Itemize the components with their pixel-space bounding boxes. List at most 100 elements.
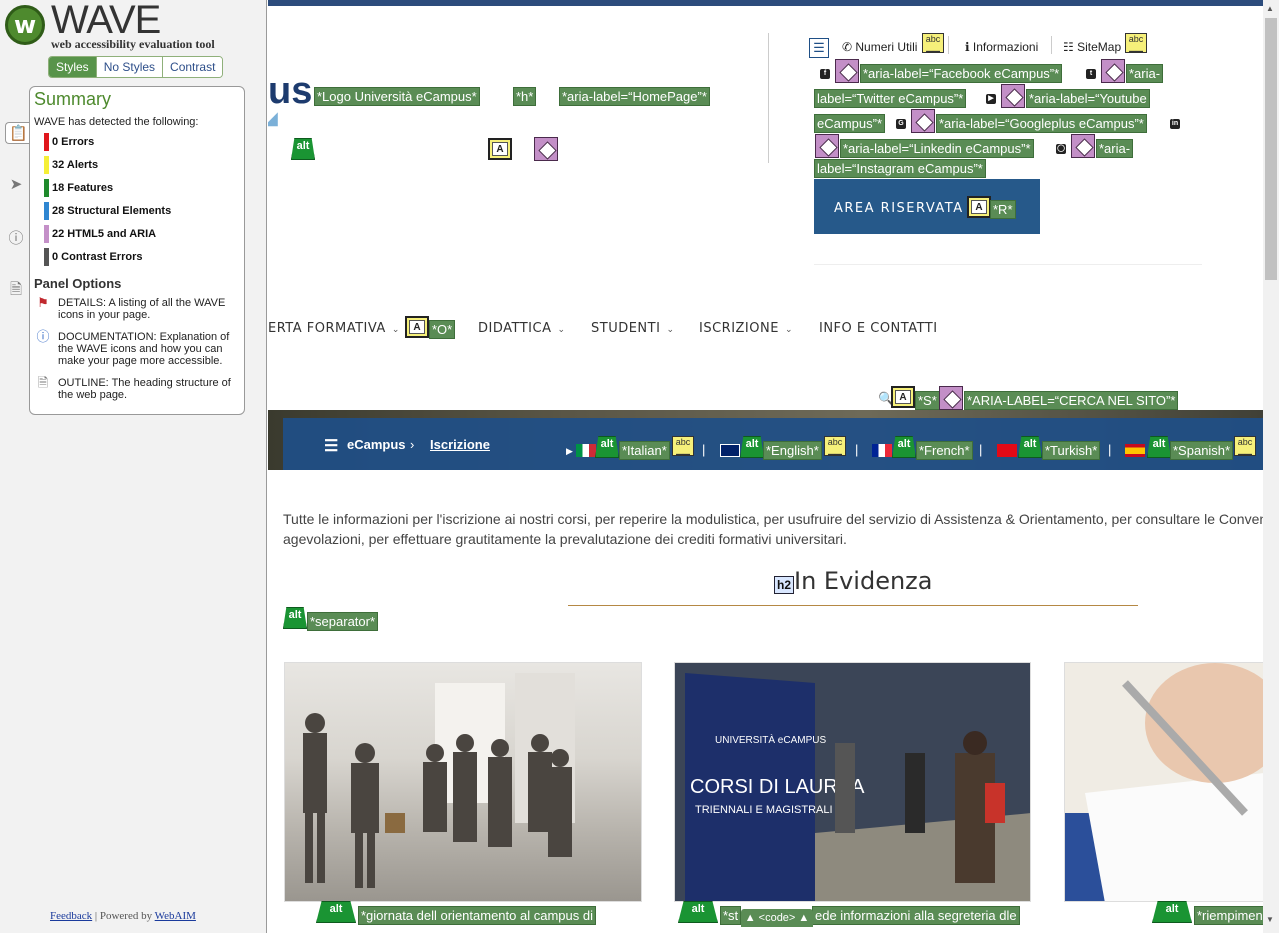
info-icon[interactable]: ⓘ xyxy=(6,228,26,250)
page-scrollbar[interactable]: ▲ ▼ xyxy=(1263,0,1279,933)
alt-icon[interactable]: alt xyxy=(283,607,307,629)
document-icon[interactable]: 🗎 xyxy=(6,279,26,301)
alt-icon[interactable]: alt xyxy=(1018,436,1042,458)
turkish-flag-icon[interactable] xyxy=(997,444,1017,457)
alt-icon[interactable]: alt xyxy=(316,901,356,923)
aria-tag-icon[interactable] xyxy=(1101,59,1125,83)
card-image-orientamento[interactable] xyxy=(284,662,642,902)
wave-label-french: *French* xyxy=(916,441,973,460)
feedback-link[interactable]: Feedback xyxy=(50,910,92,922)
option-details[interactable]: ⚑ DETAILS: A listing of all the WAVE ico… xyxy=(34,296,239,321)
card-image-segreteria[interactable]: UNIVERSITÀ eCAMPUS CORSI DI LAUREA TRIEN… xyxy=(674,662,1031,902)
alert-link-icon[interactable]: A xyxy=(967,196,991,218)
clipboard-icon[interactable]: 📋 xyxy=(5,122,31,144)
breadcrumb-list-icon: ☰ xyxy=(324,438,339,455)
french-flag-icon[interactable] xyxy=(872,444,892,457)
tab-styles[interactable]: Styles xyxy=(49,57,97,77)
nav-didattica[interactable]: DIDATTICA ⌄ xyxy=(478,321,566,336)
wave-label-googleplus: *aria-label=“Googleplus eCampus”* xyxy=(936,114,1147,133)
menu-list-icon[interactable]: ☰ xyxy=(809,38,829,58)
webaim-link[interactable]: WebAIM xyxy=(155,910,196,922)
wave-label-h: *h* xyxy=(513,87,537,106)
aria-tag-icon[interactable] xyxy=(815,134,839,158)
aria-tag-icon[interactable] xyxy=(939,386,963,410)
logo-mark-fragment: ◢ xyxy=(268,108,278,128)
alert-link-icon[interactable]: A xyxy=(488,138,512,160)
tab-contrast[interactable]: Contrast xyxy=(163,57,223,77)
summary-title: Summary xyxy=(34,89,112,109)
caption-card-2a: *st xyxy=(720,906,742,925)
aria-tag-icon[interactable] xyxy=(1071,134,1095,158)
utility-separator xyxy=(1051,36,1052,54)
breadcrumb-current[interactable]: Iscrizione xyxy=(430,437,490,452)
site-logo-fragment[interactable]: us xyxy=(268,70,312,113)
flag-icon[interactable]: ➤ xyxy=(6,174,26,196)
evaluated-page: us ◢ *Logo Università eCampus* *h* *aria… xyxy=(268,0,1263,933)
text-abc-icon[interactable]: abc ▁▁ xyxy=(922,33,944,53)
alerts-count[interactable]: 32 Alerts xyxy=(44,156,98,174)
scroll-down-icon[interactable]: ▼ xyxy=(1266,915,1274,924)
wave-label-search: *ARIA-LABEL=“CERCA NEL SITO”* xyxy=(964,391,1179,410)
alt-icon[interactable]: alt xyxy=(1147,436,1171,458)
wave-sidebar: w WAVE web accessibility evaluation tool… xyxy=(0,0,267,933)
alt-icon[interactable]: alt xyxy=(1152,901,1192,923)
header-divider xyxy=(768,33,769,163)
spanish-flag-icon[interactable] xyxy=(1125,444,1145,457)
outline-icon: 🗎 xyxy=(37,375,49,390)
italian-flag-icon[interactable] xyxy=(576,444,596,457)
wave-label-twitter-1: *aria- xyxy=(1126,64,1164,83)
option-documentation[interactable]: ⓘ DOCUMENTATION: Explanation of the WAVE… xyxy=(34,330,239,367)
scroll-thumb[interactable] xyxy=(1265,18,1277,280)
alt-icon[interactable]: alt xyxy=(740,436,764,458)
header-rule xyxy=(814,264,1202,265)
text-abc-icon[interactable]: abc ▁▁ xyxy=(824,436,846,456)
linkedin-icon[interactable]: in xyxy=(1170,119,1180,129)
text-abc-icon[interactable]: abc ▁▁ xyxy=(1234,436,1256,456)
wave-label-spanish: *Spanish* xyxy=(1170,441,1234,460)
nav-info-contatti[interactable]: INFO E CONTATTI xyxy=(819,321,938,336)
view-tabs: Styles No Styles Contrast xyxy=(48,56,224,78)
features-count[interactable]: 18 Features xyxy=(44,179,113,197)
option-outline[interactable]: 🗎 OUTLINE: The heading structure of the … xyxy=(34,375,239,401)
twitter-icon[interactable]: t xyxy=(1086,69,1096,79)
sitemap-link[interactable]: ☷ SiteMap xyxy=(1063,40,1121,54)
nav-iscrizione[interactable]: ISCRIZIONE ⌄ xyxy=(699,321,793,336)
contrast-count[interactable]: 0 Contrast Errors xyxy=(44,248,142,266)
text-abc-icon[interactable]: abc ▁▁ xyxy=(1125,33,1147,53)
errors-count[interactable]: 0 Errors xyxy=(44,133,94,151)
informazioni-link[interactable]: ℹ Informazioni xyxy=(965,40,1038,54)
page-top-bar xyxy=(268,0,1263,6)
structural-count[interactable]: 28 Structural Elements xyxy=(44,202,171,220)
nav-studenti[interactable]: STUDENTI ⌄ xyxy=(591,321,674,336)
instagram-icon[interactable]: ◯ xyxy=(1056,144,1066,154)
text-abc-icon[interactable]: abc ▁▁ xyxy=(672,436,694,456)
breadcrumb-home[interactable]: eCampus xyxy=(347,437,406,452)
alert-link-icon[interactable]: A xyxy=(405,316,429,338)
tab-no-styles[interactable]: No Styles xyxy=(96,57,164,77)
alt-icon[interactable]: alt xyxy=(678,901,718,923)
heading-h2-icon[interactable]: h2 xyxy=(774,576,794,594)
nav-offerta-formativa[interactable]: ERTA FORMATIVA ⌄ xyxy=(268,321,400,336)
aria-tag-icon[interactable] xyxy=(534,137,558,161)
aria-count[interactable]: 22 HTML5 and ARIA xyxy=(44,225,156,243)
summary-intro: WAVE has detected the following: xyxy=(34,116,199,128)
code-toggle-button[interactable]: ▲ <code> ▲ xyxy=(741,909,813,927)
alt-icon[interactable]: alt xyxy=(291,138,315,160)
aria-tag-icon[interactable] xyxy=(1001,84,1025,108)
summary-panel: Summary WAVE has detected the following:… xyxy=(29,86,245,415)
wave-label-turkish: *Turkish* xyxy=(1042,441,1101,460)
wave-subtitle: web accessibility evaluation tool xyxy=(51,37,215,51)
alt-icon[interactable]: alt xyxy=(595,436,619,458)
aria-tag-icon[interactable] xyxy=(911,109,935,133)
card-image-modulistica[interactable] xyxy=(1064,662,1263,902)
alert-link-icon[interactable]: A xyxy=(891,386,915,408)
facebook-icon[interactable]: f xyxy=(820,69,830,79)
googleplus-icon[interactable]: G xyxy=(896,119,906,129)
english-flag-icon[interactable] xyxy=(720,444,740,457)
numeri-utili-link[interactable]: ✆ Numeri Utili xyxy=(842,40,917,54)
scroll-up-icon[interactable]: ▲ xyxy=(1266,4,1274,13)
alt-icon[interactable]: alt xyxy=(892,436,916,458)
youtube-icon[interactable]: ▶ xyxy=(986,94,996,104)
wave-label-instagram-1: *aria- xyxy=(1096,139,1134,158)
aria-tag-icon[interactable] xyxy=(835,59,859,83)
